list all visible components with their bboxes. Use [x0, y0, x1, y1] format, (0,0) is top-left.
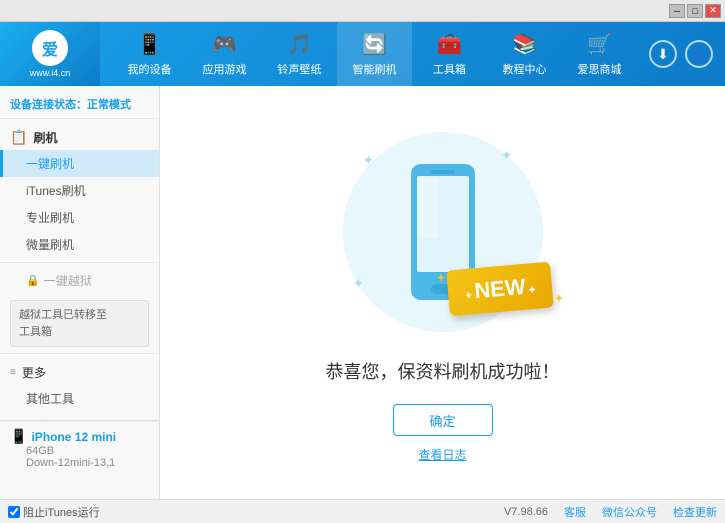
device-storage: 64GB	[10, 445, 149, 457]
top-navigation: 爱 www.i4.cn 📱 我的设备 🎮 应用游戏 🎵 铃声壁纸 🔄 智能刷机 …	[0, 22, 725, 86]
logo-text: www.i4.cn	[30, 68, 71, 78]
nav-store[interactable]: 🛒 爱思商城	[562, 22, 637, 86]
prevent-itunes-label: 阻止iTunes运行	[23, 504, 100, 520]
close-button[interactable]: ✕	[705, 4, 721, 18]
prevent-itunes-checkbox[interactable]: 阻止iTunes运行	[8, 504, 100, 520]
wechat-link[interactable]: 微信公众号	[602, 504, 657, 520]
sidebar-item-other-tools[interactable]: 其他工具	[0, 385, 159, 412]
nav-apps-games-label: 应用游戏	[203, 61, 247, 77]
hero-image: ✦ ✦ ✦ ✦NEW✦	[333, 122, 553, 342]
divider-1	[0, 262, 159, 263]
flash-section-title: 刷机	[33, 129, 57, 146]
version-text: V7.98.66	[504, 506, 548, 518]
success-text: 恭喜您，保资料刷机成功啦！	[326, 358, 560, 384]
tutorials-icon: 📚	[512, 32, 537, 57]
device-name-text: iPhone 12 mini	[31, 430, 116, 444]
my-device-icon: 📱	[137, 32, 162, 57]
divider-2	[0, 353, 159, 354]
sidebar-item-jailbreak-disabled: 🔒 一键越狱	[0, 267, 159, 294]
one-click-flash-label: 一键刷机	[26, 157, 74, 171]
download-button[interactable]: ⬇	[649, 40, 677, 68]
nav-my-device[interactable]: 📱 我的设备	[112, 22, 187, 86]
sidebar-item-one-click-flash[interactable]: 一键刷机	[0, 150, 159, 177]
minimize-button[interactable]: ─	[669, 4, 685, 18]
apps-games-icon: 🎮	[212, 32, 237, 57]
window-controls[interactable]: ─ □ ✕	[669, 4, 721, 18]
device-name: 📱 iPhone 12 mini	[10, 428, 149, 445]
nav-toolbox-label: 工具箱	[433, 61, 466, 77]
logo-icon: 爱	[32, 30, 68, 66]
confirm-button-label: 确定	[429, 411, 455, 430]
main-content: ✦ ✦ ✦ ✦NEW✦ 恭喜您，保资料刷机成功啦！ 确定	[160, 86, 725, 499]
nav-smart-flash-label: 智能刷机	[353, 61, 397, 77]
data-flash-label: 微量刷机	[26, 238, 74, 252]
nav-ringtones-label: 铃声壁纸	[278, 61, 322, 77]
nav-toolbox[interactable]: 🧰 工具箱	[412, 22, 487, 86]
device-info: 📱 iPhone 12 mini 64GB Down-12mini-13,1	[0, 421, 160, 475]
store-icon: 🛒	[587, 32, 612, 57]
lock-icon: 🔒	[26, 274, 40, 287]
smart-flash-icon: 🔄	[362, 32, 387, 57]
prevent-itunes-input[interactable]	[8, 506, 20, 518]
nav-ringtones[interactable]: 🎵 铃声壁纸	[262, 22, 337, 86]
bottom-status-bar: 阻止iTunes运行 V7.98.66 客服 微信公众号 检查更新	[0, 499, 725, 523]
customer-service-link[interactable]: 客服	[564, 504, 586, 520]
sparkle-3: ✦	[353, 275, 365, 292]
new-badge: ✦NEW✦	[447, 262, 555, 317]
view-log-link[interactable]: 查看日志	[418, 446, 466, 463]
jailbreak-label: 一键越狱	[44, 272, 92, 289]
status-value: 正常模式	[87, 99, 131, 111]
more-section-icon: ≡	[10, 367, 16, 378]
device-firmware: Down-12mini-13,1	[10, 457, 149, 469]
nav-my-device-label: 我的设备	[128, 61, 172, 77]
sparkle-1: ✦	[363, 152, 375, 169]
nav-smart-flash[interactable]: 🔄 智能刷机	[337, 22, 412, 86]
flash-section-icon: 📋	[10, 129, 27, 146]
check-update-link[interactable]: 检查更新	[673, 504, 717, 520]
nav-tutorials-label: 教程中心	[503, 61, 547, 77]
ringtones-icon: 🎵	[287, 32, 312, 57]
maximize-button[interactable]: □	[687, 4, 703, 18]
logo-area: 爱 www.i4.cn	[0, 22, 100, 86]
jailbreak-notice: 越狱工具已转移至工具箱	[10, 300, 149, 347]
toolbox-icon: 🧰	[437, 32, 462, 57]
nav-store-label: 爱思商城	[578, 61, 622, 77]
nav-apps-games[interactable]: 🎮 应用游戏	[187, 22, 262, 86]
connection-status: 设备连接状态：正常模式	[0, 90, 159, 119]
sparkle-2: ✦	[501, 147, 513, 164]
confirm-button[interactable]: 确定	[393, 404, 493, 436]
other-tools-label: 其他工具	[26, 392, 74, 406]
nav-tutorials[interactable]: 📚 教程中心	[487, 22, 562, 86]
sidebar-item-itunes-flash[interactable]: iTunes刷机	[0, 177, 159, 204]
status-label: 设备连接状态：	[10, 99, 87, 111]
bottom-right-status: V7.98.66 客服 微信公众号 检查更新	[100, 504, 717, 520]
user-button[interactable]: 👤	[685, 40, 713, 68]
sidebar-item-pro-flash[interactable]: 专业刷机	[0, 204, 159, 231]
title-bar: ─ □ ✕	[0, 0, 725, 22]
pro-flash-label: 专业刷机	[26, 211, 74, 225]
nav-right-area: ⬇ 👤	[649, 40, 725, 68]
sidebar-section-more[interactable]: ≡ 更多	[0, 358, 159, 385]
sidebar: 设备连接状态：正常模式 📋 刷机 一键刷机 iTunes刷机 专业刷机 微量刷机…	[0, 86, 160, 499]
jailbreak-notice-text: 越狱工具已转移至工具箱	[19, 309, 107, 338]
itunes-flash-label: iTunes刷机	[26, 184, 86, 198]
sidebar-item-data-flash[interactable]: 微量刷机	[0, 231, 159, 258]
nav-items: 📱 我的设备 🎮 应用游戏 🎵 铃声壁纸 🔄 智能刷机 🧰 工具箱 📚 教程中心…	[100, 22, 649, 86]
more-section-title: 更多	[22, 364, 46, 381]
sidebar-section-flash[interactable]: 📋 刷机	[0, 123, 159, 150]
